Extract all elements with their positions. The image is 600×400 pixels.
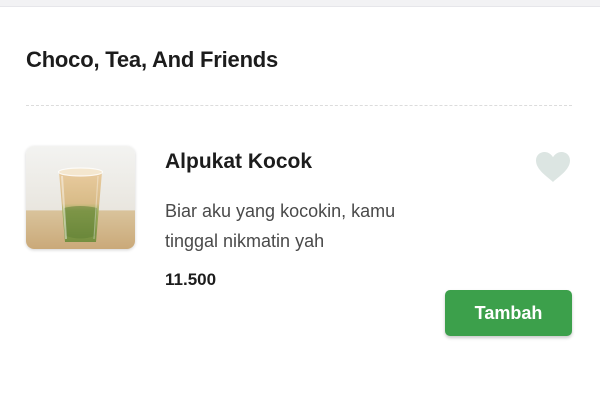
- heart-icon: [536, 152, 570, 182]
- drink-photo-icon: [26, 146, 135, 249]
- top-separator-strip: [0, 0, 600, 7]
- menu-item-name: Alpukat Kocok: [165, 150, 313, 173]
- section-divider: [26, 105, 572, 106]
- description-line: Biar aku yang kocokin, kamu: [165, 201, 396, 221]
- menu-item-description: Biar aku yang kocokin, kamu tinggal nikm…: [165, 196, 465, 256]
- menu-item-image[interactable]: [26, 146, 135, 249]
- section-title: Choco, Tea, And Friends: [26, 47, 279, 72]
- menu-item-price: 11.500: [165, 270, 217, 289]
- description-line: tinggal nikmatin yah: [165, 231, 325, 251]
- favorite-button[interactable]: [534, 150, 572, 184]
- add-button[interactable]: Tambah: [445, 290, 572, 336]
